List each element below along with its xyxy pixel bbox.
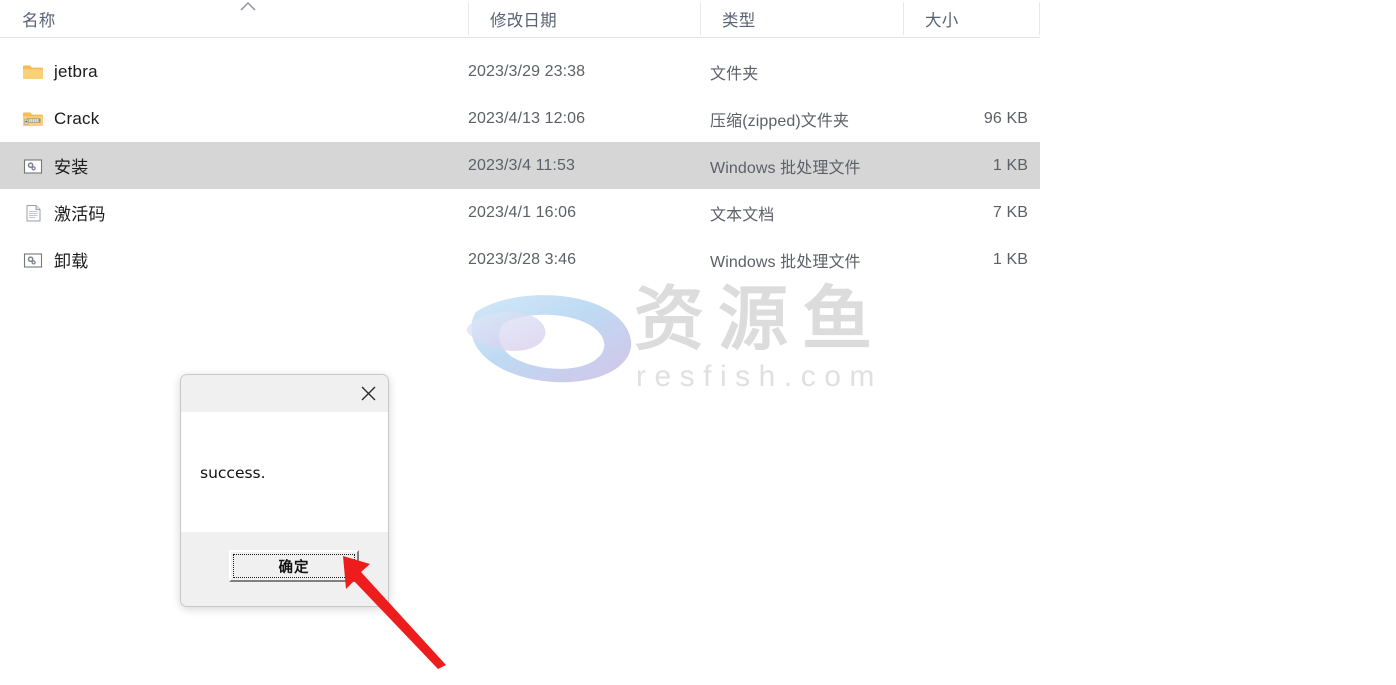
row-name-label: 安装 [54,158,89,177]
column-header-modified[interactable]: 修改日期 [468,0,700,37]
row-type: Windows 批处理文件 [710,159,861,177]
column-header-name[interactable]: 名称 [0,0,468,37]
row-type: Windows 批处理文件 [710,253,861,271]
row-modified-date: 2023/3/28 3:46 [468,250,577,268]
close-icon [361,386,375,400]
row-size: 96 KB [983,109,1028,127]
success-dialog: success. 确定 [180,374,389,607]
dialog-body: success. [181,412,388,532]
row-name-label: 卸载 [54,252,89,271]
column-header-size[interactable]: 大小 [903,0,1040,37]
row-name-cell: 激活码 [22,200,106,225]
ok-button-label: 确定 [278,559,310,576]
ok-button[interactable]: 确定 [229,550,359,582]
column-header-size-label: 大小 [925,11,959,30]
close-button[interactable] [353,380,383,406]
row-modified-date: 2023/3/4 11:53 [468,156,575,174]
row-name-cell: 安装 [22,153,88,178]
row-type: 文件夹 [710,65,759,83]
row-name-cell: 卸载 [22,247,88,272]
zip-folder-icon [23,112,43,126]
column-header-modified-label: 修改日期 [490,11,557,30]
row-modified-date: 2023/4/1 16:06 [468,203,577,221]
batch-file-icon [23,252,43,268]
column-header-name-label: 名称 [22,11,56,30]
row-size: 1 KB [992,250,1028,268]
screen: 名称 修改日期 类型 大小 jetbra 2023/3/29 23:38 文件夹… [0,0,1396,685]
column-header-row: 名称 修改日期 类型 大小 [0,0,1040,38]
table-row[interactable]: 卸载 2023/3/28 3:46 Windows 批处理文件 1 KB [0,236,1040,283]
row-size: 1 KB [992,156,1028,174]
row-modified-date: 2023/4/13 12:06 [468,109,586,127]
row-name-cell: Crack [22,108,99,130]
row-name-cell: jetbra [22,61,98,83]
row-type: 压缩(zipped)文件夹 [710,112,850,130]
column-divider-4[interactable] [1039,2,1040,35]
table-row[interactable]: 安装 2023/3/4 11:53 Windows 批处理文件 1 KB [0,142,1040,189]
row-name-label: Crack [54,108,100,128]
table-row[interactable]: Crack 2023/4/13 12:06 压缩(zipped)文件夹 96 K… [0,95,1040,142]
row-modified-date: 2023/3/29 23:38 [468,62,586,80]
dialog-footer: 确定 [181,532,388,606]
row-type: 文本文档 [710,206,775,224]
row-size: 7 KB [992,203,1028,221]
table-row[interactable]: jetbra 2023/3/29 23:38 文件夹 [0,48,1040,95]
row-name-label: 激活码 [54,205,106,224]
column-header-type-label: 类型 [722,11,756,30]
dialog-message: success. [200,464,266,482]
table-row[interactable]: 激活码 2023/4/1 16:06 文本文档 7 KB [0,189,1040,236]
batch-file-icon [23,158,43,174]
text-file-icon [26,204,41,221]
column-header-type[interactable]: 类型 [700,0,903,37]
dialog-titlebar[interactable] [181,375,388,412]
row-name-label: jetbra [54,61,98,81]
folder-icon [23,65,43,79]
